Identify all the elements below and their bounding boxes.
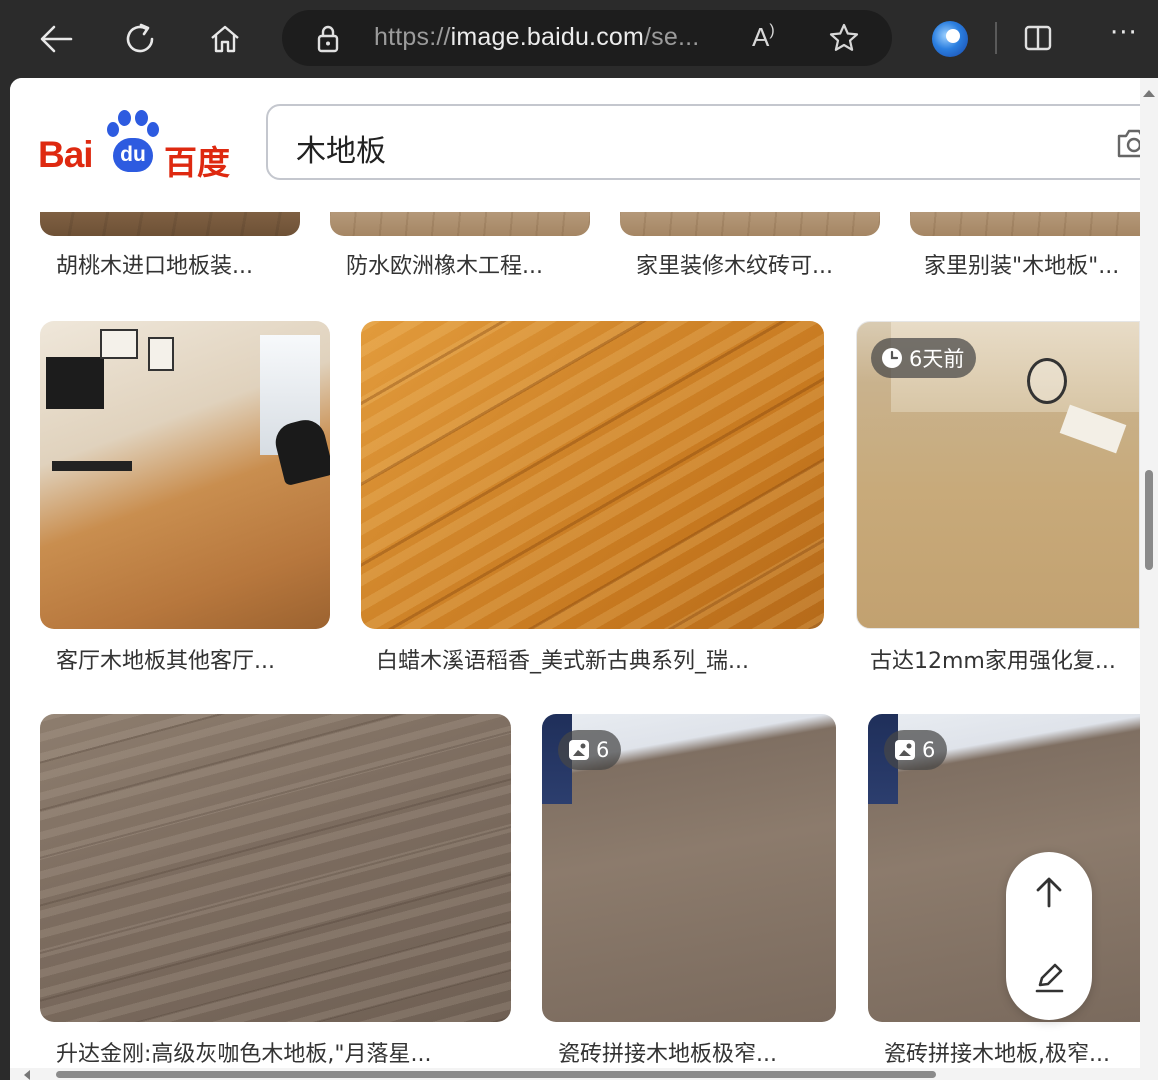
- paw-icon: du: [104, 108, 162, 174]
- table-shape: [52, 461, 132, 471]
- image-thumb[interactable]: 6天前: [856, 321, 1140, 629]
- vertical-scrollbar[interactable]: [1140, 78, 1158, 1080]
- image-caption[interactable]: 古达12mm家用强化复...: [870, 643, 1138, 675]
- url-text[interactable]: https://image.baidu.com/se...: [374, 23, 699, 52]
- clock-icon: [882, 348, 902, 368]
- pencil-icon: [1035, 963, 1064, 993]
- url-path: /se...: [644, 23, 700, 51]
- image-caption[interactable]: 防水欧洲橡木工程...: [346, 248, 590, 280]
- baidu-logo[interactable]: Bai du 百度: [38, 108, 238, 182]
- lock-icon[interactable]: [314, 24, 342, 58]
- image-thumb[interactable]: [361, 321, 824, 629]
- extension-icon[interactable]: [932, 21, 968, 57]
- url-host: image.baidu.com: [450, 23, 645, 51]
- frame-shape: [148, 337, 174, 371]
- home-icon: [211, 25, 239, 53]
- search-input[interactable]: 木地板: [266, 104, 1158, 180]
- logo-cn-text: 百度: [164, 143, 230, 182]
- refresh-button[interactable]: [114, 14, 166, 64]
- refresh-icon: [126, 23, 154, 53]
- image-caption[interactable]: 家里装修木纹砖可...: [636, 248, 880, 280]
- url-scheme: https://: [374, 23, 451, 51]
- floating-actions: [1006, 852, 1092, 1020]
- address-bar[interactable]: https://image.baidu.com/se... A): [282, 10, 892, 66]
- feedback-button[interactable]: [1029, 958, 1069, 1002]
- scroll-left-icon[interactable]: [24, 1070, 30, 1080]
- scroll-thumb[interactable]: [1145, 470, 1153, 570]
- back-to-top-button[interactable]: [1029, 872, 1069, 916]
- gallery-count-badge: 6: [884, 730, 948, 770]
- read-aloud-icon[interactable]: A): [752, 22, 775, 53]
- back-arrow-icon: [40, 25, 73, 53]
- image-thumb[interactable]: 6: [868, 714, 1140, 1022]
- gallery-count-text: 6: [922, 738, 936, 762]
- more-menu-button[interactable]: ···: [1110, 18, 1138, 48]
- arrow-up-icon: [1036, 877, 1062, 908]
- image-caption[interactable]: 家里别装"木地板"...: [924, 248, 1140, 280]
- gallery-count-text: 6: [596, 738, 610, 762]
- image-thumb[interactable]: [40, 321, 330, 629]
- image-caption[interactable]: 瓷砖拼接木地板极窄...: [558, 1036, 808, 1068]
- image-caption[interactable]: 瓷砖拼接木地板,极窄...: [884, 1036, 1140, 1068]
- image-caption[interactable]: 白蜡木溪语稻香_美式新古典系列_瑞...: [376, 643, 824, 675]
- time-badge: 6天前: [871, 338, 977, 378]
- home-button[interactable]: [199, 14, 251, 64]
- browser-toolbar: https://image.baidu.com/se... A) ···: [0, 0, 1158, 78]
- search-value[interactable]: 木地板: [296, 126, 386, 170]
- page-viewport: Bai du 百度 木地板 胡桃木进口地板装... 防水欧洲橡木工程... 家里…: [10, 78, 1158, 1080]
- logo-paw-text: du: [120, 143, 146, 166]
- horizontal-scrollbar[interactable]: [10, 1068, 1140, 1080]
- back-button[interactable]: [30, 14, 82, 64]
- lamp-shape: [1027, 358, 1067, 404]
- scroll-thumb[interactable]: [56, 1071, 936, 1078]
- frame-shape: [100, 329, 138, 359]
- scroll-up-icon[interactable]: [1143, 90, 1155, 97]
- gallery-count-badge: 6: [558, 730, 622, 770]
- gallery-icon: [569, 740, 589, 760]
- image-thumb[interactable]: [40, 714, 511, 1022]
- split-screen-icon[interactable]: [1022, 22, 1054, 58]
- image-caption[interactable]: 胡桃木进口地板装...: [56, 248, 300, 280]
- time-badge-text: 6天前: [909, 347, 965, 371]
- image-caption[interactable]: 客厅木地板其他客厅...: [56, 643, 326, 675]
- toolbar-divider: [995, 22, 997, 54]
- image-thumb[interactable]: 6: [542, 714, 836, 1022]
- tv-shape: [46, 357, 104, 409]
- favorite-star-icon[interactable]: [828, 22, 860, 58]
- page-header: Bai du 百度 木地板: [10, 78, 1158, 212]
- logo-latin-text: Bai: [38, 134, 94, 175]
- gallery-icon: [895, 740, 915, 760]
- image-caption[interactable]: 升达金刚:高级灰咖色木地板,"月落星...: [56, 1036, 486, 1068]
